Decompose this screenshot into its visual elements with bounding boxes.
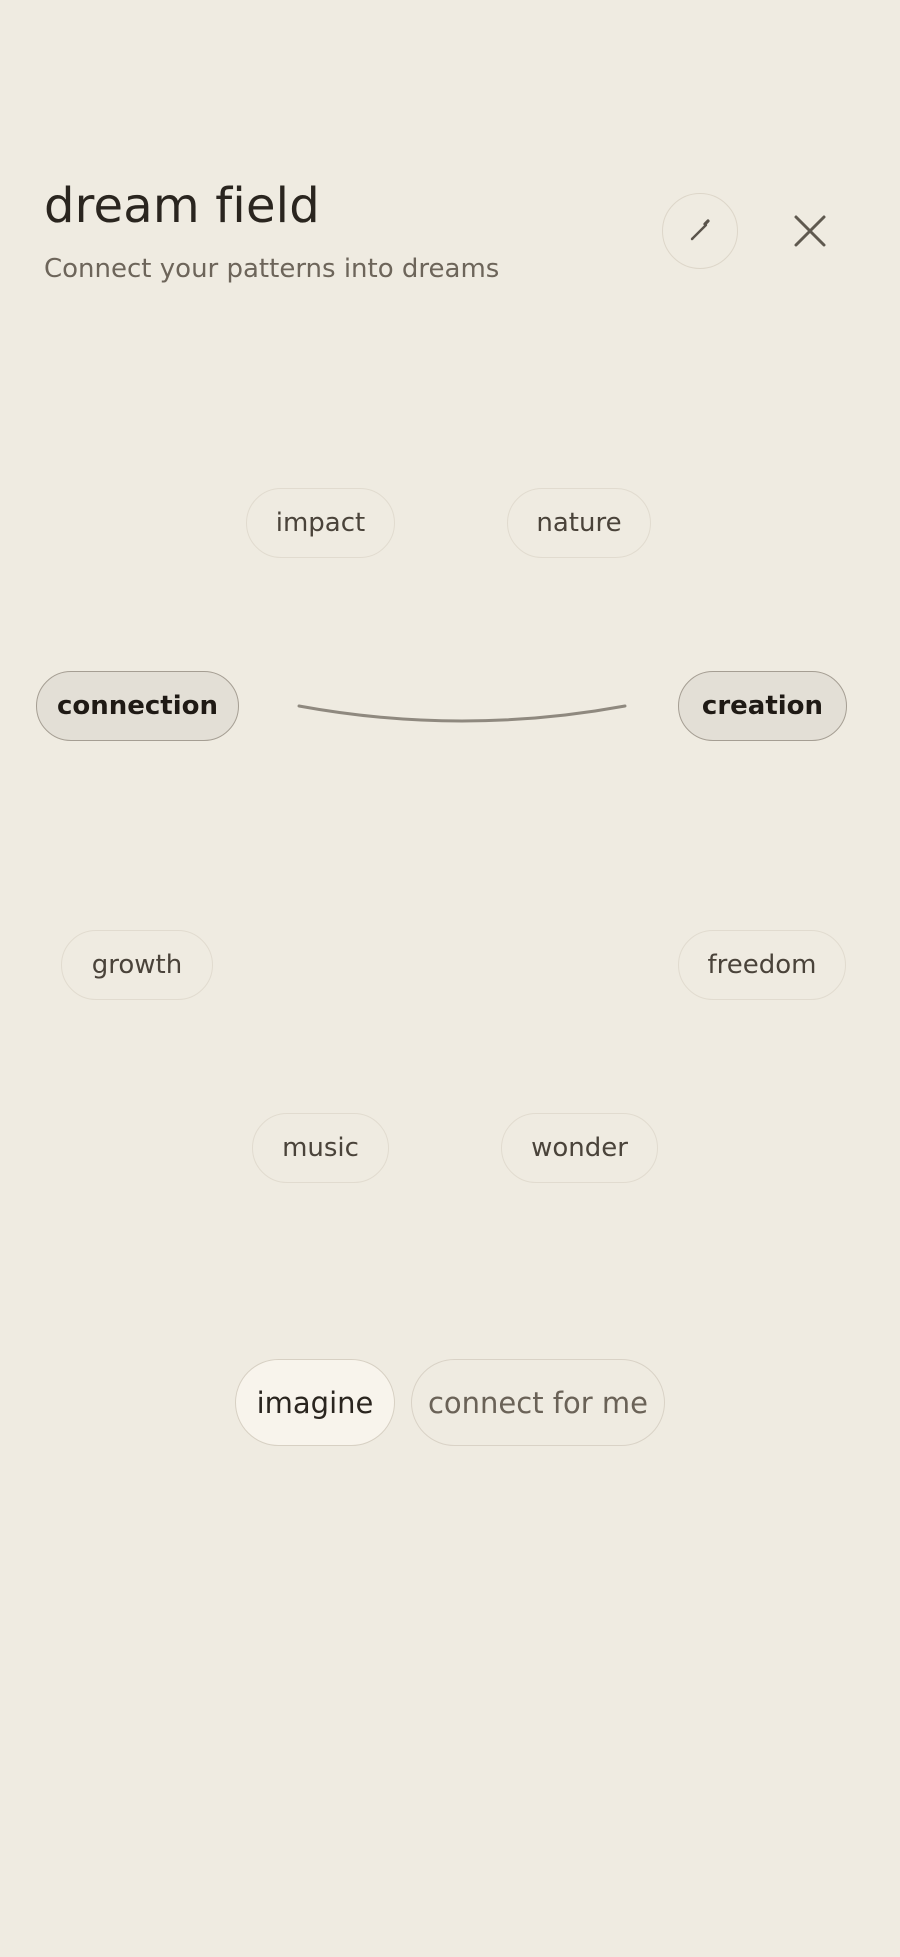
chip-freedom[interactable]: freedom: [678, 930, 846, 1000]
chip-music[interactable]: music: [252, 1113, 389, 1183]
close-icon: [794, 215, 826, 247]
chip-creation[interactable]: creation: [678, 671, 847, 741]
link-connection-creation: [297, 704, 627, 723]
pencil-icon: [690, 219, 710, 241]
chip-impact[interactable]: impact: [246, 488, 395, 558]
chip-connection[interactable]: connection: [36, 671, 239, 741]
edit-button[interactable]: [662, 193, 738, 269]
page-title: dream field: [44, 178, 320, 234]
chip-nature[interactable]: nature: [507, 488, 651, 558]
chip-wonder[interactable]: wonder: [501, 1113, 658, 1183]
chip-growth[interactable]: growth: [61, 930, 213, 1000]
page-subtitle: Connect your patterns into dreams: [44, 254, 500, 284]
close-button[interactable]: [770, 193, 850, 269]
imagine-button[interactable]: imagine: [235, 1359, 395, 1446]
connect-for-me-button[interactable]: connect for me: [411, 1359, 665, 1446]
